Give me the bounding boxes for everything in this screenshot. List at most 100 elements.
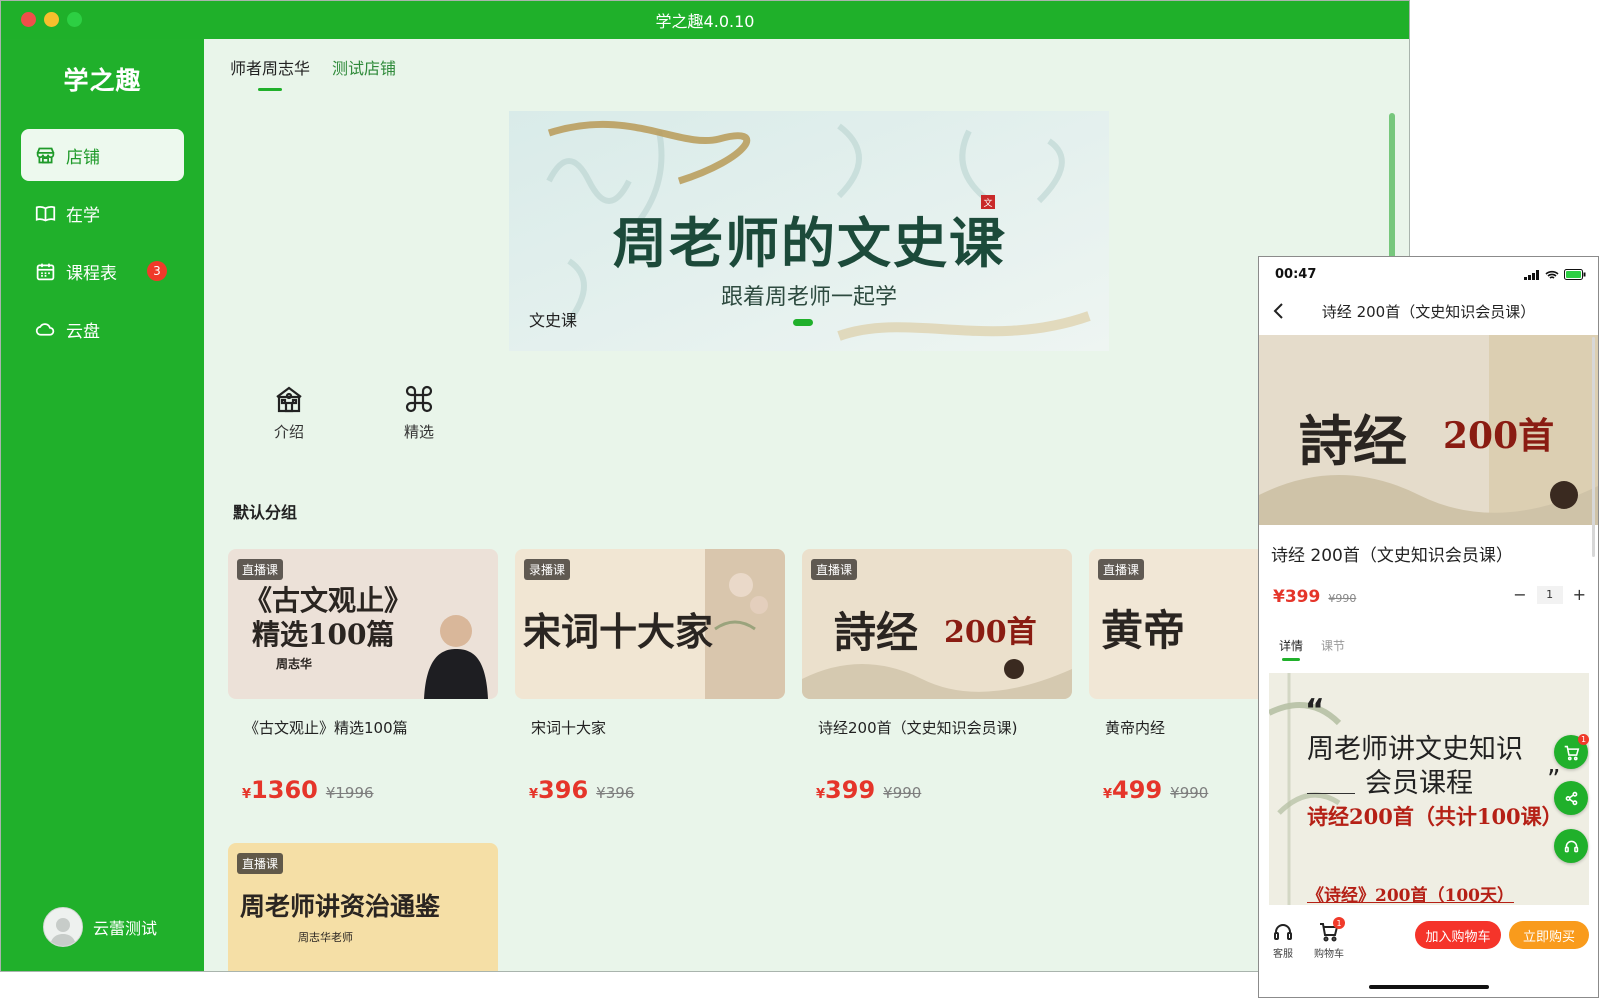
- quantity-value[interactable]: 1: [1536, 585, 1563, 604]
- product-name: 诗经 200首（文史知识会员课）: [1271, 546, 1513, 566]
- minimize-window-button[interactable]: [44, 12, 59, 27]
- share-icon: [1565, 791, 1577, 805]
- course-card-zizhi[interactable]: 周老师讲资治通鉴 周志华老师 直播课: [228, 843, 498, 971]
- title-bar: 学之趣4.0.10: [1, 1, 1409, 39]
- mobile-page-title: 诗经 200首（文史知识会员课）: [1321, 302, 1536, 321]
- mobile-bottom-bar: 客服 购物车 1 加入购物车 立即购买: [1259, 909, 1598, 997]
- course-title: 《古文观止》精选100篇: [244, 719, 408, 737]
- user-name: 云蕾测试: [93, 919, 158, 938]
- quick-link-intro[interactable]: 介绍: [264, 383, 314, 442]
- banner-title: 周老师的文史课: [613, 211, 1005, 275]
- quote-mark: “: [1305, 693, 1325, 728]
- course-thumbnail: 宋词十大家 录播课: [515, 549, 785, 699]
- sidebar-item-learning[interactable]: 在学: [21, 187, 184, 239]
- current-price: ¥396: [529, 776, 589, 804]
- thumbnail-text: 詩经: [834, 608, 919, 657]
- course-title: 诗经200首（文史知识会员课): [818, 719, 1018, 737]
- buy-now-button[interactable]: 立即购买: [1509, 921, 1589, 949]
- close-window-button[interactable]: [21, 12, 36, 27]
- course-card-songci[interactable]: 宋词十大家 录播课 宋词十大家 ¥396 ¥396: [515, 549, 785, 804]
- banner-seal: 文: [981, 195, 995, 209]
- banner-subtitle: 跟着周老师一起学: [720, 285, 897, 310]
- current-price: ¥499: [1103, 776, 1163, 804]
- course-price: ¥396 ¥396: [515, 776, 785, 804]
- banner-carousel[interactable]: 周老师的文史课 文 跟着周老师一起学 文史课: [509, 111, 1109, 351]
- app-brand: 学之趣: [63, 66, 142, 95]
- course-thumbnail: 詩经 200首 直播课: [802, 549, 1072, 699]
- sidebar: 学之趣 店铺 在学 课程表 3 云盘 云蕾测试: [1, 39, 204, 971]
- mobile-preview: 00:47 诗经 200首（文史知识会员课） 詩经 200首 诗经 200首（文…: [1258, 256, 1599, 998]
- cloud-icon: [35, 322, 55, 336]
- user-profile[interactable]: 云蕾测试: [43, 907, 157, 947]
- tab-shop-zhou[interactable]: 师者周志华: [230, 55, 310, 91]
- increase-button[interactable]: +: [1573, 585, 1586, 604]
- detail-course-schedule: 《诗经》200首（100天）: [1307, 886, 1514, 905]
- thumbnail-text: 周老师讲资治通鉴: [240, 892, 441, 921]
- mobile-scrollbar[interactable]: [1592, 337, 1595, 557]
- divider: [1307, 793, 1355, 794]
- maximize-window-button[interactable]: [67, 12, 82, 27]
- service-button[interactable]: 客服: [1263, 921, 1303, 960]
- product-tabs: 详情 课节: [1279, 637, 1345, 661]
- course-type-tag: 录播课: [524, 559, 571, 580]
- sidebar-item-schedule[interactable]: 课程表 3: [21, 245, 184, 297]
- avatar: [43, 907, 83, 947]
- floating-share-button[interactable]: [1554, 781, 1588, 815]
- course-type-tag: 直播课: [811, 559, 858, 580]
- floating-cart-button[interactable]: 1: [1554, 734, 1589, 769]
- status-time: 00:47: [1275, 267, 1317, 282]
- quick-link-featured[interactable]: 精选: [394, 383, 444, 442]
- original-price: ¥1996: [325, 784, 374, 802]
- sidebar-item-cloud[interactable]: 云盘: [21, 303, 184, 355]
- group-title: 默认分组: [233, 503, 298, 522]
- schedule-count-badge: 3: [147, 261, 167, 281]
- back-arrow-icon[interactable]: [1271, 301, 1285, 321]
- command-icon: [405, 385, 433, 413]
- tab-shop-test[interactable]: 测试店铺: [332, 55, 396, 91]
- current-price: ¥399: [816, 776, 876, 804]
- carousel-indicator[interactable]: [793, 319, 813, 326]
- floating-service-button[interactable]: [1554, 829, 1588, 863]
- original-price: ¥396: [596, 784, 635, 802]
- store-icon: [36, 147, 55, 163]
- school-icon: [276, 386, 302, 413]
- banner-label: 文史课: [529, 311, 578, 330]
- main-content: 师者周志华 测试店铺 周老师的文史课 文 跟着周老师一起学 文史课 介绍 精选 …: [204, 39, 1409, 971]
- cart-badge: 1: [1333, 917, 1345, 929]
- course-card-shijing[interactable]: 詩经 200首 直播课 诗经200首（文史知识会员课) ¥399 ¥990: [802, 549, 1072, 804]
- quick-link-label: 精选: [403, 423, 434, 441]
- status-bar: 00:47: [1275, 267, 1586, 282]
- tab-lessons[interactable]: 课节: [1321, 637, 1345, 661]
- battery-icon: [1564, 269, 1586, 280]
- product-hero-image: 詩经 200首: [1259, 335, 1598, 525]
- tab-details[interactable]: 详情: [1279, 637, 1303, 661]
- user-icon: [50, 918, 76, 946]
- sidebar-item-store[interactable]: 店铺: [21, 129, 184, 181]
- current-price: ¥399: [1273, 587, 1321, 607]
- window-controls: [21, 12, 82, 27]
- thumbnail-text: 宋词十大家: [523, 610, 714, 654]
- course-type-tag: 直播课: [237, 559, 284, 580]
- course-price: ¥1360 ¥1996: [228, 776, 498, 804]
- cart-icon: [1564, 745, 1579, 760]
- original-price: ¥990: [1170, 784, 1209, 802]
- course-title: 宋词十大家: [531, 719, 607, 737]
- course-thumbnail: 周老师讲资治通鉴 周志华老师 直播课: [228, 843, 498, 971]
- hero-text: 詩经: [1299, 409, 1407, 473]
- add-to-cart-button[interactable]: 加入购物车: [1415, 921, 1501, 949]
- thumbnail-number: 200首: [944, 615, 1037, 650]
- sidebar-item-label: 课程表: [66, 263, 117, 284]
- sidebar-nav: 店铺 在学 课程表 3 云盘: [1, 129, 204, 355]
- thumbnail-author: 周志华: [276, 657, 313, 671]
- cart-button[interactable]: 购物车 1: [1309, 917, 1349, 960]
- decrease-button[interactable]: −: [1513, 585, 1526, 604]
- course-card-guwen[interactable]: 《古文观止》 精选100篇 周志华 直播课 《古文观止》精选100篇 ¥1360…: [228, 549, 498, 804]
- headset-icon: [1564, 840, 1578, 852]
- thumbnail-text: 黄帝: [1101, 606, 1186, 655]
- quick-link-label: 介绍: [273, 423, 304, 441]
- course-list: 《古文观止》 精选100篇 周志华 直播课 《古文观止》精选100篇 ¥1360…: [228, 549, 1408, 971]
- detail-course-info: 诗经200首（共计100课）: [1307, 804, 1563, 829]
- calendar-icon: [36, 263, 55, 280]
- quick-links: 介绍 精选: [264, 383, 444, 442]
- shop-tabs: 师者周志华 测试店铺: [230, 55, 396, 91]
